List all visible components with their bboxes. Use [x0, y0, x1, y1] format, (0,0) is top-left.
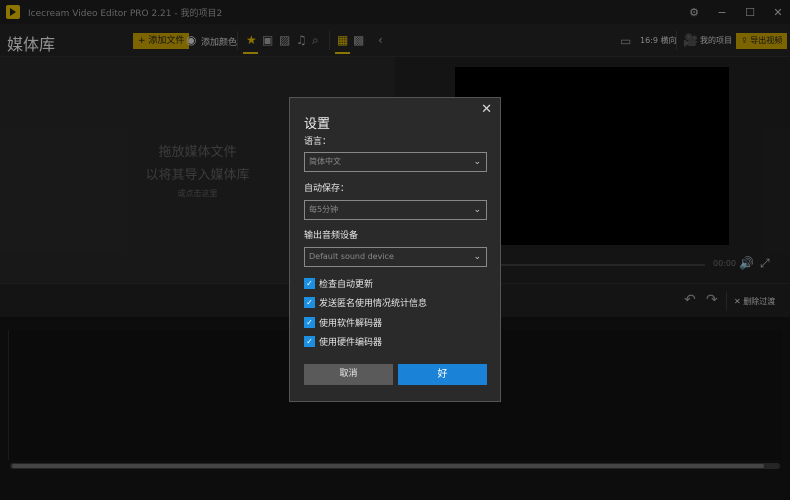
chevron-down-icon: ⌄: [473, 205, 481, 215]
autosave-label: 自动保存：: [304, 184, 350, 194]
hardware-encoder-label: 使用硬件编码器: [319, 338, 383, 348]
language-label: 语言：: [304, 137, 332, 147]
send-stats-label: 发送匿名使用情况统计信息: [319, 299, 428, 309]
ok-button[interactable]: 好: [398, 364, 487, 385]
hardware-encoder-checkbox[interactable]: ✓ 使用硬件编码器: [304, 335, 382, 348]
check-updates-label: 检查自动更新: [319, 280, 374, 290]
send-stats-checkbox[interactable]: ✓ 发送匿名使用情况统计信息: [304, 296, 427, 309]
settings-dialog: ✕ 设置 语言： 简体中文 ⌄ 自动保存： 每5分钟 ⌄ 输出音频设备 Defa…: [289, 97, 501, 402]
language-value: 简体中文: [309, 157, 341, 166]
autosave-select[interactable]: 每5分钟 ⌄: [304, 200, 487, 220]
audio-device-value: Default sound device: [309, 252, 394, 261]
close-icon[interactable]: ✕: [481, 102, 492, 117]
checkmark-icon[interactable]: ✓: [304, 317, 315, 328]
chevron-down-icon: ⌄: [473, 252, 481, 262]
dialog-title: 设置: [304, 117, 331, 132]
autosave-value: 每5分钟: [309, 205, 339, 214]
checkmark-icon[interactable]: ✓: [304, 278, 315, 289]
audio-device-label: 输出音频设备: [304, 231, 359, 241]
cancel-button[interactable]: 取消: [304, 364, 393, 385]
software-decoder-checkbox[interactable]: ✓ 使用软件解码器: [304, 316, 382, 329]
chevron-down-icon: ⌄: [473, 157, 481, 167]
check-updates-checkbox[interactable]: ✓ 检查自动更新: [304, 277, 373, 290]
checkmark-icon[interactable]: ✓: [304, 336, 315, 347]
checkmark-icon[interactable]: ✓: [304, 297, 315, 308]
software-decoder-label: 使用软件解码器: [319, 319, 383, 329]
language-select[interactable]: 简体中文 ⌄: [304, 152, 487, 172]
audio-device-select[interactable]: Default sound device ⌄: [304, 247, 487, 267]
